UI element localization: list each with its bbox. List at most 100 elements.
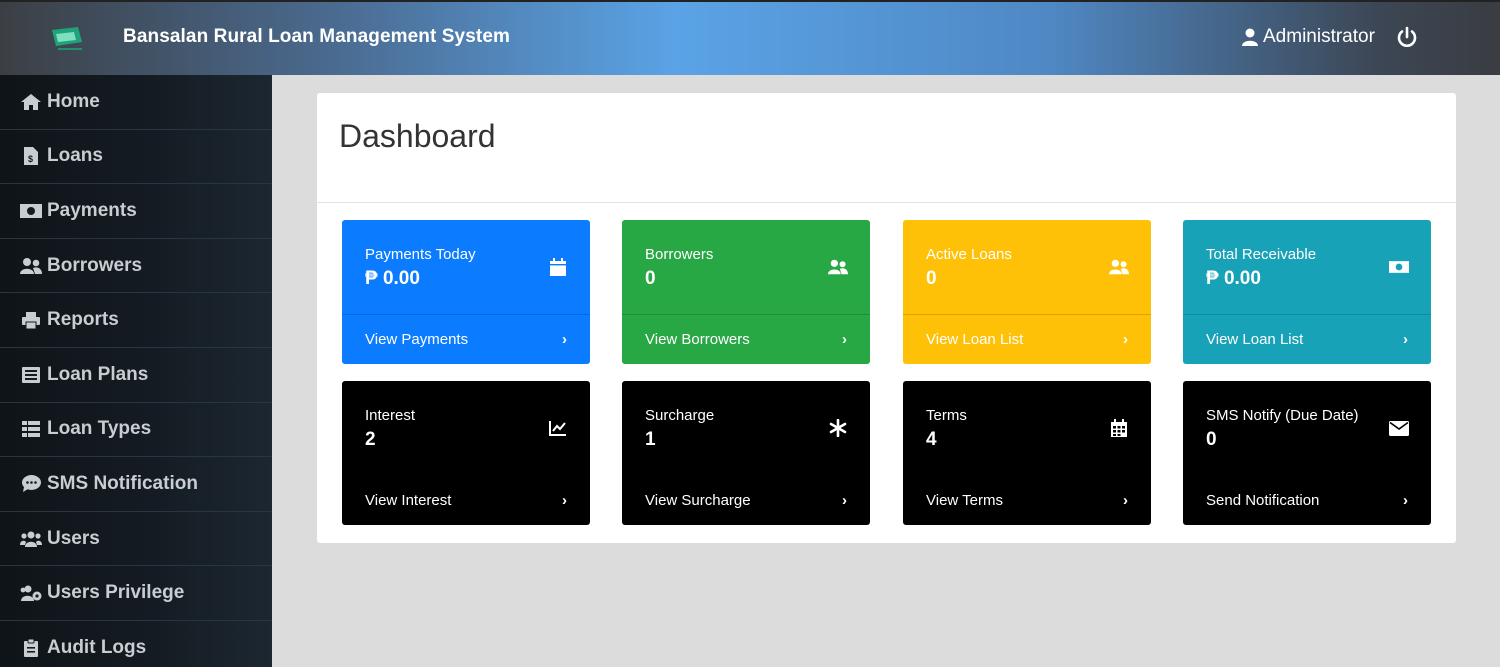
tile-label: Active Loans — [926, 246, 1012, 263]
tile-link[interactable]: View Payments › — [342, 314, 590, 364]
tile-link[interactable]: View Terms › — [903, 475, 1151, 525]
dashboard-card: Dashboard Payments Today ₱ 0.00 View Pay… — [317, 93, 1456, 543]
file-dollar-icon: $ — [20, 147, 42, 166]
sidebar-item-label: Home — [47, 90, 100, 112]
tile-link-label: View Payments — [365, 331, 469, 348]
users-cog-icon — [20, 584, 42, 602]
sidebar-item-label: SMS Notification — [47, 472, 198, 494]
list-alt-icon — [20, 366, 42, 384]
tile-link-label: View Loan List — [1206, 331, 1304, 348]
tile-link[interactable]: Send Notification › — [1183, 475, 1431, 525]
sidebar-item-label: Borrowers — [47, 254, 143, 276]
user-friends-icon — [20, 257, 42, 275]
sidebar-item-label: Users — [47, 527, 100, 549]
sidebar-item-label: Loan Plans — [47, 363, 149, 385]
home-icon — [20, 93, 42, 111]
tile-total-receivable: Total Receivable ₱ 0.00 View Loan List › — [1183, 220, 1431, 364]
tile-value: ₱ 0.00 — [365, 268, 420, 289]
sidebar-item-payments[interactable]: Payments — [0, 184, 272, 239]
app-title: Bansalan Rural Loan Management System — [123, 26, 510, 47]
tile-link-label: View Surcharge — [645, 491, 751, 509]
sidebar: Home $ Loans Payments Borrowers Reports … — [0, 75, 272, 667]
tile-active-loans: Active Loans 0 View Loan List › — [903, 220, 1151, 364]
svg-text:$: $ — [28, 154, 33, 164]
tile-value: 2 — [365, 429, 376, 450]
calendar-alt-icon — [1109, 418, 1129, 438]
chevron-right-icon: › — [562, 491, 567, 509]
sidebar-item-loan-types[interactable]: Loan Types — [0, 403, 272, 458]
tile-borrowers: Borrowers 0 View Borrowers › — [622, 220, 870, 364]
user-menu[interactable]: Administrator — [1242, 26, 1375, 48]
money-bill-icon — [1389, 257, 1409, 277]
chevron-right-icon: › — [1403, 491, 1408, 509]
sidebar-item-label: Reports — [47, 309, 119, 331]
chevron-right-icon: › — [1123, 491, 1128, 509]
sidebar-item-borrowers[interactable]: Borrowers — [0, 239, 272, 294]
tile-link-label: View Interest — [365, 491, 452, 509]
sidebar-item-reports[interactable]: Reports — [0, 293, 272, 348]
tile-label: Terms — [926, 407, 967, 424]
power-icon[interactable] — [1396, 26, 1418, 48]
tile-surcharge: Surcharge 1 View Surcharge › — [622, 381, 870, 525]
user-friends-icon — [1109, 257, 1129, 277]
chevron-right-icon: › — [842, 491, 847, 509]
comment-dots-icon — [20, 475, 42, 493]
asterisk-icon — [828, 418, 848, 438]
print-icon — [20, 311, 42, 329]
tile-link-label: Send Notification — [1206, 491, 1320, 509]
sidebar-item-label: Users Privilege — [47, 582, 185, 604]
user-friends-icon — [828, 257, 848, 277]
tile-terms: Terms 4 View Terms › — [903, 381, 1151, 525]
tile-label: Surcharge — [645, 407, 715, 424]
clipboard-icon — [20, 638, 42, 657]
tile-link-label: View Loan List — [926, 331, 1024, 348]
top-navbar: Bansalan Rural Loan Management System Ad… — [0, 0, 1500, 75]
tile-label: Payments Today — [365, 246, 476, 263]
chevron-right-icon: › — [1403, 331, 1408, 348]
money-bill-icon — [20, 202, 42, 220]
envelope-icon — [1389, 418, 1409, 438]
tile-value: ₱ 0.00 — [1206, 268, 1261, 289]
user-icon — [1242, 28, 1258, 46]
sidebar-item-loans[interactable]: $ Loans — [0, 130, 272, 185]
tile-link-label: View Terms — [926, 491, 1003, 509]
th-list-icon — [20, 420, 42, 438]
tile-value: 1 — [645, 429, 656, 450]
sidebar-item-home[interactable]: Home — [0, 75, 272, 130]
tile-interest: Interest 2 View Interest › — [342, 381, 590, 525]
tile-sms-notify: SMS Notify (Due Date) 0 Send Notificatio… — [1183, 381, 1431, 525]
chevron-right-icon: › — [842, 331, 847, 348]
tile-value: 0 — [645, 268, 656, 289]
users-icon — [20, 530, 42, 548]
tile-value: 0 — [926, 268, 937, 289]
sidebar-item-label: Payments — [47, 199, 137, 221]
calendar-icon — [548, 257, 568, 277]
sidebar-item-label: Loans — [47, 145, 103, 167]
tile-value: 4 — [926, 429, 937, 450]
tile-link[interactable]: View Loan List › — [903, 314, 1151, 364]
tile-link[interactable]: View Borrowers › — [622, 314, 870, 364]
tile-link[interactable]: View Interest › — [342, 475, 590, 525]
tile-link-label: View Borrowers — [645, 331, 750, 348]
tile-link[interactable]: View Surcharge › — [622, 475, 870, 525]
sidebar-item-users-privilege[interactable]: Users Privilege — [0, 566, 272, 621]
sidebar-item-loan-plans[interactable]: Loan Plans — [0, 348, 272, 403]
chart-line-icon — [548, 418, 568, 438]
tile-link[interactable]: View Loan List › — [1183, 314, 1431, 364]
tile-payments-today: Payments Today ₱ 0.00 View Payments › — [342, 220, 590, 364]
tile-label: Interest — [365, 407, 416, 424]
sidebar-item-sms-notification[interactable]: SMS Notification — [0, 457, 272, 512]
user-name: Administrator — [1263, 26, 1375, 47]
tile-label: SMS Notify (Due Date) — [1206, 407, 1359, 424]
tile-label: Borrowers — [645, 246, 714, 263]
logo-icon — [52, 27, 82, 50]
chevron-right-icon: › — [1123, 331, 1128, 348]
sidebar-item-label: Audit Logs — [47, 636, 147, 658]
tile-label: Total Receivable — [1206, 246, 1317, 263]
sidebar-item-label: Loan Types — [47, 418, 152, 440]
sidebar-item-users[interactable]: Users — [0, 512, 272, 567]
tile-value: 0 — [1206, 429, 1217, 450]
sidebar-item-audit-logs[interactable]: Audit Logs — [0, 621, 272, 667]
chevron-right-icon: › — [562, 331, 567, 348]
page-title: Dashboard — [339, 118, 496, 154]
